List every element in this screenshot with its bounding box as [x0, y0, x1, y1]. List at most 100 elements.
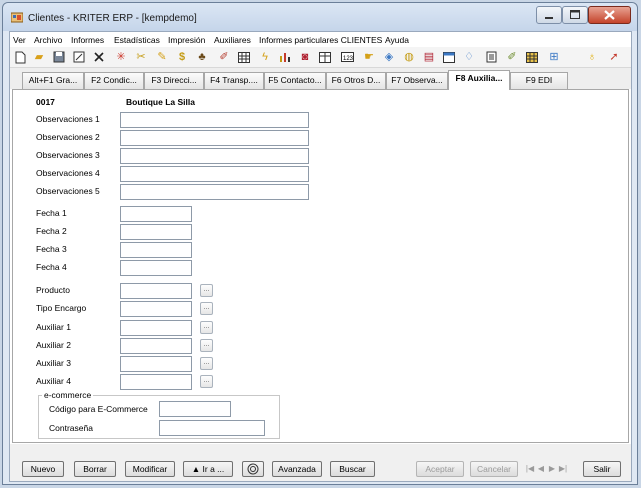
- salir-button[interactable]: Salir: [583, 461, 621, 477]
- tab-f4[interactable]: F4 Transp....: [204, 72, 264, 89]
- table-icon[interactable]: [318, 50, 332, 64]
- ir-a-button[interactable]: ▲ Ir a ...: [183, 461, 233, 477]
- tab-f2[interactable]: F2 Condic...: [84, 72, 144, 89]
- hand-icon[interactable]: ☛: [362, 50, 376, 64]
- producto-field[interactable]: [120, 283, 192, 299]
- pencil-icon[interactable]: ✎: [155, 50, 169, 64]
- scissors-icon[interactable]: ✂: [134, 50, 148, 64]
- aux3-field[interactable]: [120, 356, 192, 372]
- nav-prev-icon[interactable]: ◀: [536, 461, 546, 477]
- menu-ver[interactable]: Ver: [13, 35, 26, 45]
- tag-icon[interactable]: ♢: [462, 50, 476, 64]
- fecha4-label: Fecha 4: [36, 262, 67, 272]
- ecommerce-code-field[interactable]: [159, 401, 231, 417]
- globe-icon[interactable]: ◍: [402, 50, 416, 64]
- fecha1-field[interactable]: [120, 206, 192, 222]
- app-icon: [11, 12, 23, 23]
- fingerprint-icon: [247, 463, 259, 475]
- avanzada-button[interactable]: Avanzada: [272, 461, 322, 477]
- menu-ayuda[interactable]: Ayuda: [385, 35, 409, 45]
- obs1-label: Observaciones 1: [36, 114, 100, 124]
- bar-chart-icon[interactable]: [278, 50, 292, 64]
- ecommerce-title: e-commerce: [42, 390, 94, 400]
- chart-icon[interactable]: ◈: [382, 50, 396, 64]
- svg-text:123: 123: [343, 56, 354, 62]
- aux4-lookup-button[interactable]: ...: [200, 375, 213, 388]
- menu-auxiliares[interactable]: Auxiliares: [214, 35, 251, 45]
- network-icon[interactable]: ⊞: [547, 50, 561, 64]
- nuevo-button[interactable]: Nuevo: [22, 461, 64, 477]
- tab-f5[interactable]: F5 Contacto...: [264, 72, 326, 89]
- aux1-field[interactable]: [120, 320, 192, 336]
- producto-label: Producto: [36, 285, 71, 295]
- document-icon[interactable]: [484, 50, 498, 64]
- modificar-button[interactable]: Modificar: [125, 461, 175, 477]
- obs3-label: Observaciones 3: [36, 150, 100, 160]
- application-window: Clientes - KRITER ERP - [kempdemo] Ver A…: [2, 2, 638, 485]
- buscar-button[interactable]: Buscar: [330, 461, 375, 477]
- ecommerce-password-label: Contraseña: [49, 423, 93, 433]
- fecha4-field[interactable]: [120, 260, 192, 276]
- tab-alt-f1[interactable]: Alt+F1 Gra...: [22, 72, 84, 89]
- menu-archivo[interactable]: Archivo: [34, 35, 62, 45]
- tipo-encargo-field[interactable]: [120, 301, 192, 317]
- save-disk-icon[interactable]: [52, 50, 66, 64]
- aux3-lookup-button[interactable]: ...: [200, 357, 213, 370]
- window-title: Clientes - KRITER ERP - [kempdemo]: [28, 13, 197, 24]
- fingerprint-button[interactable]: [242, 461, 264, 477]
- table-2-icon[interactable]: [525, 50, 539, 64]
- tab-f3[interactable]: F3 Direcci...: [144, 72, 204, 89]
- obs1-field[interactable]: [120, 112, 309, 128]
- borrar-button[interactable]: Borrar: [74, 461, 116, 477]
- open-folder-icon[interactable]: ▰: [32, 50, 46, 64]
- stamp-icon[interactable]: ♣: [195, 50, 209, 64]
- delete-x-icon[interactable]: [92, 50, 106, 64]
- aux2-field[interactable]: [120, 338, 192, 354]
- close-button[interactable]: [588, 6, 631, 24]
- tab-f7[interactable]: F7 Observa...: [386, 72, 448, 89]
- lightning-icon[interactable]: ϟ: [258, 50, 272, 64]
- tab-f9[interactable]: F9 EDI: [510, 72, 568, 89]
- ecommerce-password-field[interactable]: [159, 420, 265, 436]
- tipo-encargo-lookup-button[interactable]: ...: [200, 302, 213, 315]
- close-icon: [604, 10, 615, 20]
- grid-icon[interactable]: [237, 50, 251, 64]
- fecha3-field[interactable]: [120, 242, 192, 258]
- aux1-lookup-button[interactable]: ...: [200, 321, 213, 334]
- paperclip-icon[interactable]: ✐: [505, 50, 519, 64]
- menu-impresion[interactable]: Impresión: [168, 35, 205, 45]
- aux4-field[interactable]: [120, 374, 192, 390]
- minimize-button[interactable]: [536, 6, 562, 24]
- new-document-icon[interactable]: [13, 50, 27, 64]
- fecha2-field[interactable]: [120, 224, 192, 240]
- tab-f8[interactable]: F8 Auxilia...: [448, 70, 510, 90]
- keyboard-icon[interactable]: 123: [340, 50, 354, 64]
- obs4-field[interactable]: [120, 166, 309, 182]
- camera-icon[interactable]: ◙: [298, 50, 312, 64]
- calculator-icon[interactable]: ▤: [422, 50, 436, 64]
- menu-estadisticas[interactable]: Estadísticas: [114, 35, 160, 45]
- edit-document-icon[interactable]: [72, 50, 86, 64]
- nav-first-icon[interactable]: |◀: [525, 461, 535, 477]
- aux3-label: Auxiliar 3: [36, 358, 71, 368]
- calendar-icon[interactable]: [442, 50, 456, 64]
- obs5-field[interactable]: [120, 184, 309, 200]
- tab-f6[interactable]: F6 Otros D...: [326, 72, 386, 89]
- menu-informes-particulares[interactable]: Informes particulares CLIENTES: [259, 35, 382, 45]
- exit-icon[interactable]: ➚: [607, 50, 621, 64]
- obs2-field[interactable]: [120, 130, 309, 146]
- cancelar-button[interactable]: Cancelar: [470, 461, 518, 477]
- menu-informes[interactable]: Informes: [71, 35, 104, 45]
- aux2-lookup-button[interactable]: ...: [200, 339, 213, 352]
- lightbulb-icon[interactable]: ♁: [585, 50, 599, 64]
- producto-lookup-button[interactable]: ...: [200, 284, 213, 297]
- multi-color-icon[interactable]: ✳: [114, 50, 128, 64]
- button-bar: Nuevo Borrar Modificar ▲ Ir a ... Avanza…: [10, 444, 631, 481]
- nav-last-icon[interactable]: ▶|: [558, 461, 568, 477]
- aceptar-button[interactable]: Aceptar: [416, 461, 464, 477]
- wrench-icon[interactable]: ✐: [217, 50, 231, 64]
- dollar-icon[interactable]: $: [175, 50, 189, 64]
- maximize-button[interactable]: [562, 6, 588, 24]
- obs3-field[interactable]: [120, 148, 309, 164]
- nav-next-icon[interactable]: ▶: [547, 461, 557, 477]
